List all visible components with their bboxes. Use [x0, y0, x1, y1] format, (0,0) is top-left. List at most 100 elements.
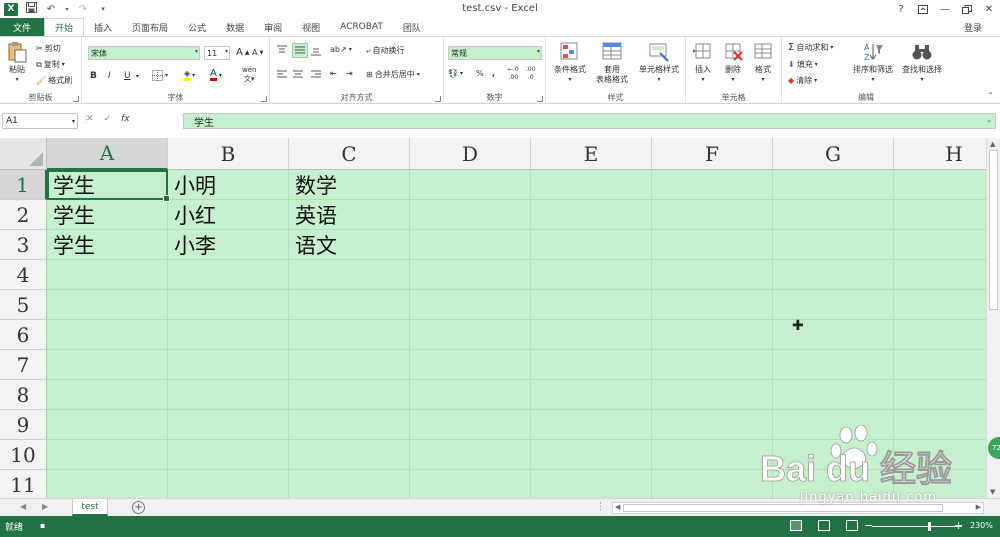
align-left-button[interactable]: [276, 69, 288, 80]
cell-b2[interactable]: 小红: [168, 200, 289, 230]
align-bottom-button[interactable]: [310, 45, 322, 56]
clipboard-launcher-icon[interactable]: [73, 96, 79, 102]
qat-customize-icon[interactable]: ▾: [96, 5, 110, 13]
page-layout-view-icon[interactable]: [818, 520, 830, 531]
zoom-level[interactable]: 230%: [970, 521, 993, 530]
clear-button[interactable]: ◆ 清除 ▾: [788, 75, 817, 86]
undo-dropdown-icon[interactable]: ▾: [64, 6, 70, 13]
cancel-entry-icon[interactable]: ✕: [86, 114, 94, 124]
formula-input[interactable]: 学生: [183, 113, 996, 129]
cell-a3[interactable]: 学生: [47, 230, 168, 260]
paste-button[interactable]: 粘贴 ▾: [4, 41, 30, 85]
horizontal-scroll-thumb[interactable]: [623, 504, 943, 512]
insert-cells-button[interactable]: 插入 ▾: [688, 41, 718, 85]
shrink-font-button[interactable]: A ▼: [252, 48, 263, 57]
font-size-select[interactable]: 11 ▾: [204, 46, 230, 60]
column-header-g[interactable]: G: [773, 138, 894, 170]
format-cells-button[interactable]: 格式 ▾: [748, 41, 778, 85]
tab-file[interactable]: 文件: [0, 18, 45, 36]
tab-data[interactable]: 数据: [216, 18, 254, 36]
tab-home[interactable]: 开始: [44, 18, 85, 36]
increase-decimal-button[interactable]: ←.0.00: [508, 67, 519, 81]
tab-page-layout[interactable]: 页面布局: [122, 18, 178, 36]
column-header-b[interactable]: B: [168, 138, 289, 170]
cell-c1[interactable]: 数学: [289, 170, 410, 200]
row-header-7[interactable]: 7: [0, 350, 47, 380]
macro-record-icon[interactable]: ▪: [40, 521, 45, 530]
redo-icon[interactable]: ↷: [76, 4, 90, 15]
align-top-button[interactable]: [276, 45, 288, 56]
column-header-h[interactable]: H: [894, 138, 986, 170]
merge-center-button[interactable]: ⊞ 合并后居中 ▾: [366, 69, 420, 80]
page-break-view-icon[interactable]: [846, 520, 858, 531]
collapse-ribbon-icon[interactable]: ⌃: [987, 91, 994, 100]
scroll-left-icon[interactable]: ◀: [615, 503, 620, 511]
decrease-indent-button[interactable]: ⇤: [330, 69, 337, 78]
italic-button[interactable]: I: [108, 71, 111, 81]
tab-insert[interactable]: 插入: [84, 18, 122, 36]
column-header-f[interactable]: F: [652, 138, 773, 170]
delete-cells-button[interactable]: 删除 ▾: [718, 41, 748, 85]
row-header-8[interactable]: 8: [0, 380, 47, 410]
column-header-e[interactable]: E: [531, 138, 652, 170]
tab-view[interactable]: 视图: [292, 18, 330, 36]
row-header-5[interactable]: 5: [0, 290, 47, 320]
row-header-9[interactable]: 9: [0, 410, 47, 440]
row-header-11[interactable]: 11: [0, 470, 47, 498]
insert-function-icon[interactable]: fx: [121, 114, 130, 124]
find-select-button[interactable]: 查找和选择 ▾: [898, 41, 946, 85]
align-middle-button[interactable]: [292, 43, 308, 58]
name-box[interactable]: A1 ▾: [2, 113, 78, 129]
number-launcher-icon[interactable]: [537, 96, 543, 102]
cell-a2[interactable]: 学生: [47, 200, 168, 230]
format-painter-button[interactable]: 🖌 格式刷: [36, 75, 72, 86]
sort-filter-button[interactable]: AZ 排序和筛选 ▾: [850, 41, 896, 85]
minimize-icon[interactable]: —: [934, 0, 956, 18]
tab-review[interactable]: 审阅: [254, 18, 292, 36]
tab-split-handle-icon[interactable]: ⋮: [596, 502, 605, 512]
row-header-1[interactable]: 1: [0, 170, 47, 200]
wrap-text-button[interactable]: ⤶ 自动换行: [366, 45, 404, 56]
vertical-scroll-thumb[interactable]: [989, 150, 998, 310]
row-header-4[interactable]: 4: [0, 260, 47, 290]
cell-c3[interactable]: 语文: [289, 230, 410, 260]
cell-b1[interactable]: 小明: [168, 170, 289, 200]
confirm-entry-icon[interactable]: ✓: [104, 114, 112, 124]
copy-button[interactable]: ⧉ 复制 ▾: [36, 59, 65, 70]
conditional-formatting-button[interactable]: 条件格式 ▾: [548, 41, 592, 85]
select-all-corner[interactable]: [0, 138, 47, 170]
autosum-button[interactable]: Σ 自动求和 ▾: [788, 42, 833, 53]
row-header-6[interactable]: 6: [0, 320, 47, 350]
cell-styles-button[interactable]: 单元格样式 ▾: [634, 41, 684, 85]
orientation-button[interactable]: ab↗ ▾: [330, 45, 352, 54]
row-header-2[interactable]: 2: [0, 200, 47, 230]
phonetic-button[interactable]: wén 文▾: [242, 67, 256, 83]
font-color-button[interactable]: A ▾: [210, 69, 222, 81]
format-as-table-button[interactable]: 套用 表格格式: [590, 41, 634, 85]
zoom-in-icon[interactable]: +: [954, 519, 963, 532]
row-header-10[interactable]: 10: [0, 440, 47, 470]
next-sheet-icon[interactable]: ▶: [42, 502, 48, 511]
expand-formula-bar-icon[interactable]: ⌄: [986, 116, 992, 124]
prev-sheet-icon[interactable]: ◀: [20, 502, 26, 511]
close-icon[interactable]: ✕: [978, 0, 1000, 18]
borders-button[interactable]: ▾: [152, 70, 168, 81]
tab-team[interactable]: 团队: [393, 18, 431, 36]
decrease-decimal-button[interactable]: .00.0: [526, 67, 536, 81]
percent-button[interactable]: %: [476, 69, 484, 78]
save-icon[interactable]: [24, 2, 38, 16]
column-header-d[interactable]: D: [410, 138, 531, 170]
fill-button[interactable]: ⬇ 填充 ▾: [788, 59, 818, 70]
normal-view-icon[interactable]: [790, 520, 802, 531]
row-header-3[interactable]: 3: [0, 230, 47, 260]
login-link[interactable]: 登录: [964, 21, 982, 34]
underline-button[interactable]: U: [124, 71, 131, 81]
zoom-slider-thumb[interactable]: [928, 522, 931, 531]
align-center-button[interactable]: [292, 69, 304, 80]
zoom-slider-track[interactable]: [872, 526, 962, 527]
font-name-select[interactable]: 宋体 ▾: [88, 46, 200, 60]
tab-formulas[interactable]: 公式: [178, 18, 216, 36]
number-format-select[interactable]: 常规 ▾: [448, 46, 542, 60]
column-header-c[interactable]: C: [289, 138, 410, 170]
sheet-tab-test[interactable]: test: [72, 499, 108, 516]
